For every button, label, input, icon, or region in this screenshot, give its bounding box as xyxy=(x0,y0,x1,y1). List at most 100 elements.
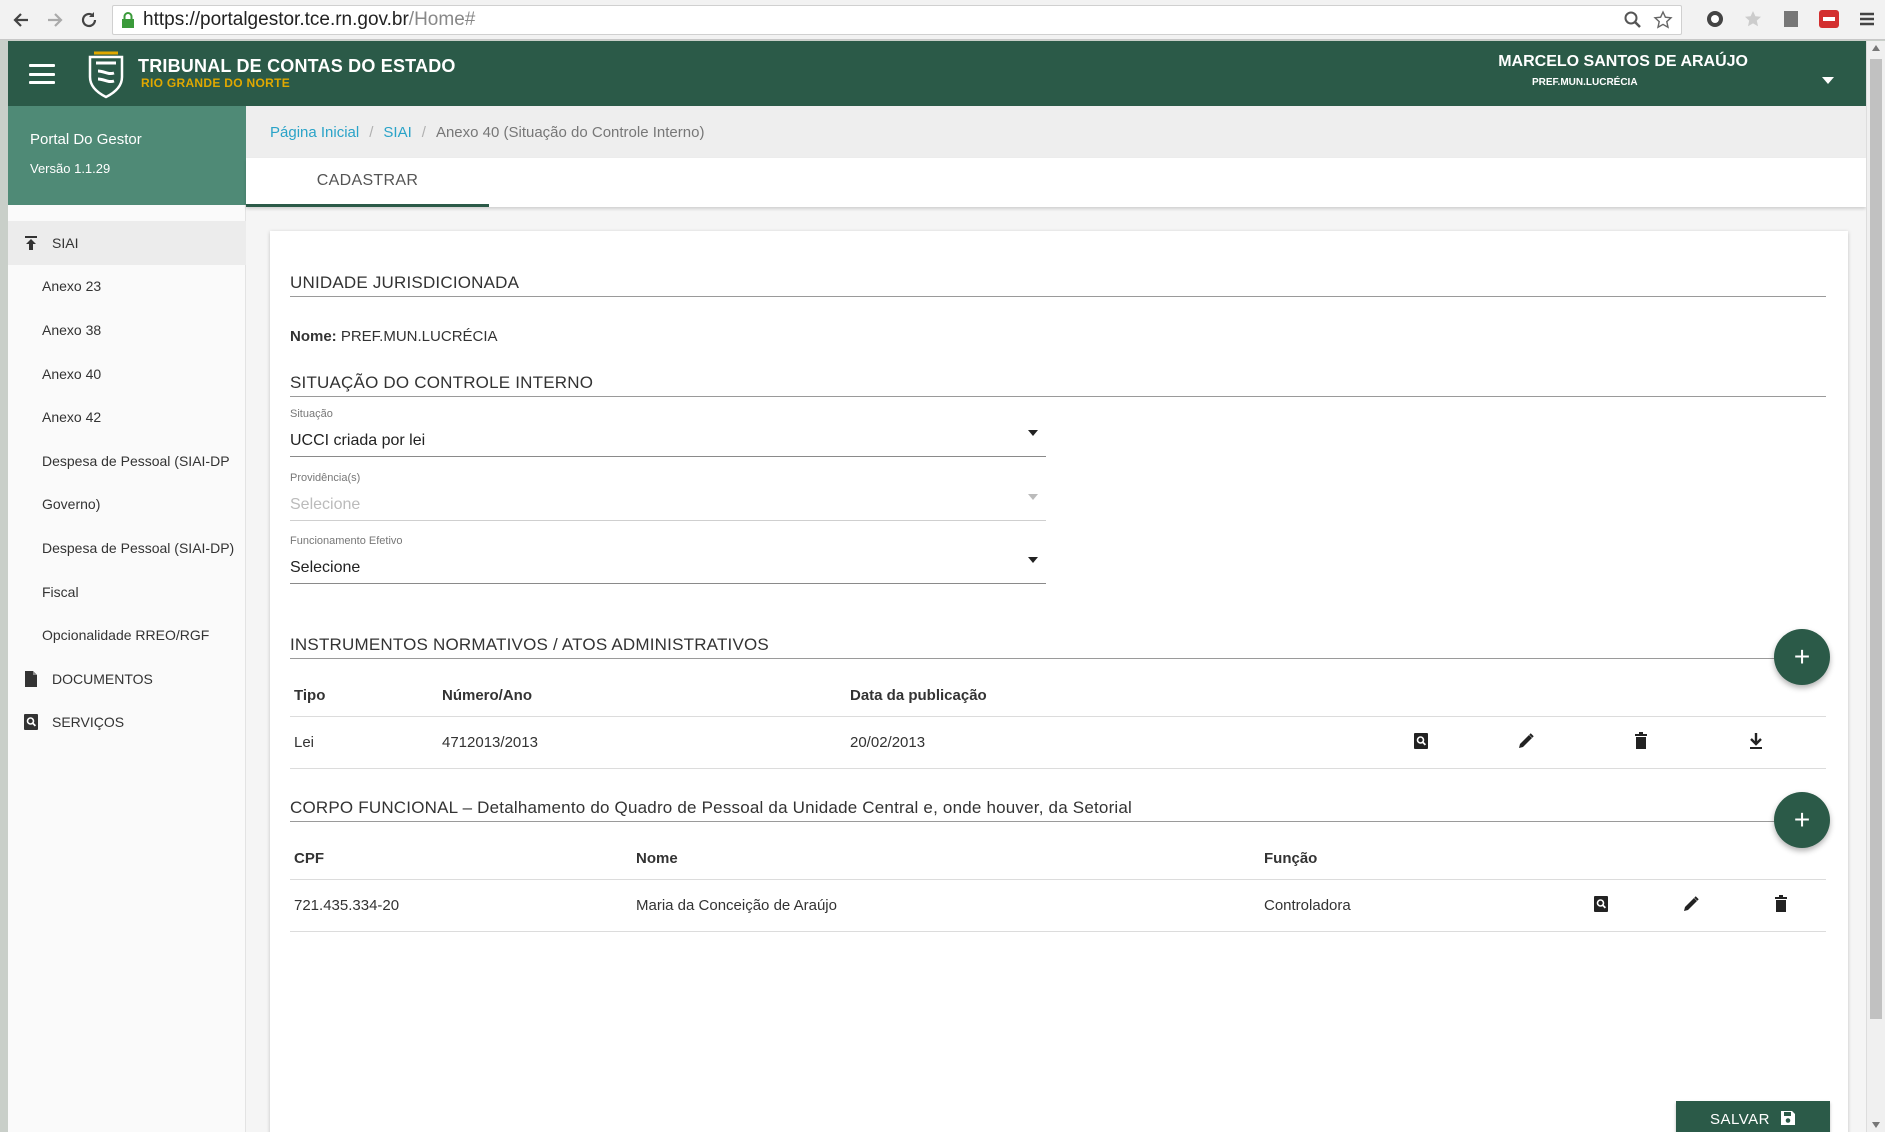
browser-menu-icon[interactable] xyxy=(1855,7,1879,31)
scroll-up-arrow-icon[interactable] xyxy=(1872,45,1880,51)
user-menu-caret-icon[interactable] xyxy=(1822,77,1834,84)
section-title-corpo: CORPO FUNCIONAL – Detalhamento do Quadro… xyxy=(290,798,1133,817)
sidebar-item-label: Despesa de Pessoal (SIAI-DP) xyxy=(42,539,235,556)
sidebar-item-anexo-38[interactable]: Anexo 38 xyxy=(8,308,246,352)
bookmark-star-icon[interactable] xyxy=(1653,10,1673,36)
view-document-icon[interactable] xyxy=(1410,730,1432,752)
cell-action xyxy=(1741,716,1826,769)
section-divider xyxy=(290,296,1826,297)
table-row: 721.435.334-20 Maria da Conceição de Ara… xyxy=(290,879,1826,932)
extension-circle-icon[interactable] xyxy=(1703,7,1727,31)
sidebar-menu: SIAI Anexo 23 Anexo 38 Anexo 40 Anexo 42… xyxy=(8,221,246,744)
dropdown-caret-icon xyxy=(1028,430,1038,436)
back-icon[interactable] xyxy=(8,7,34,33)
table-header-row: Tipo Número/Ano Data da publicação xyxy=(290,676,1826,717)
funcionamento-value: Selecione xyxy=(290,559,361,576)
sidebar-item-servicos[interactable]: SERVIÇOS xyxy=(8,701,246,745)
situacao-select[interactable]: Situação UCCI criada por lei xyxy=(290,408,1046,458)
url-path: /Home# xyxy=(408,9,476,30)
field-underline xyxy=(290,520,1046,521)
table-header-row: CPF Nome Função xyxy=(290,839,1826,880)
sidebar-item-anexo-40[interactable]: Anexo 40 xyxy=(8,352,246,396)
delete-trash-icon[interactable] xyxy=(1770,893,1792,915)
user-unit: PREF.MUN.LUCRÉCIA xyxy=(1532,77,1638,88)
edit-pencil-icon[interactable] xyxy=(1515,730,1537,752)
cell-tipo: Lei xyxy=(290,716,438,769)
extension-cors-icon[interactable] xyxy=(1817,7,1841,31)
scroll-thumb[interactable] xyxy=(1870,59,1882,1019)
col-nome: Nome xyxy=(632,839,1260,880)
col-funcao: Função xyxy=(1260,839,1586,880)
sidebar: Portal Do Gestor Versão 1.1.29 SIAI Anex… xyxy=(8,106,246,1132)
app-subtitle: RIO GRANDE DO NORTE xyxy=(141,76,291,90)
address-bar[interactable]: https://portalgestor.tce.rn.gov.br/Home# xyxy=(112,5,1682,35)
breadcrumb: Página Inicial / SIAI / Anexo 40 (Situaç… xyxy=(246,106,1866,158)
funcionamento-select[interactable]: Funcionamento Efetivo Selecione xyxy=(290,535,1046,585)
scroll-down-arrow-icon[interactable] xyxy=(1872,1122,1880,1128)
sidebar-item-opcionalidade[interactable]: Opcionalidade RREO/RGF xyxy=(8,613,246,657)
sidebar-item-siai[interactable]: SIAI xyxy=(8,221,246,265)
app-window: TRIBUNAL DE CONTAS DO ESTADO RIO GRANDE … xyxy=(8,41,1866,1132)
breadcrumb-siai-link[interactable]: SIAI xyxy=(383,124,411,141)
nome-value: PREF.MUN.LUCRÉCIA xyxy=(340,328,498,345)
delete-trash-icon[interactable] xyxy=(1630,730,1652,752)
save-button[interactable]: SALVAR xyxy=(1676,1101,1830,1132)
section-divider xyxy=(290,658,1780,659)
situacao-label: Situação xyxy=(290,408,333,420)
extension-doc-icon[interactable] xyxy=(1779,7,1803,31)
edit-pencil-icon[interactable] xyxy=(1680,893,1702,915)
sidebar-item-label: Fiscal xyxy=(42,583,79,600)
cell-data: 20/02/2013 xyxy=(846,716,1406,769)
cell-action xyxy=(1766,879,1826,932)
col-action xyxy=(1741,676,1826,717)
col-action xyxy=(1676,839,1766,880)
providencia-value: Selecione xyxy=(290,496,361,513)
sidebar-item-label: Anexo 42 xyxy=(42,409,102,426)
sidebar-item-despesa-pessoal[interactable]: Despesa de Pessoal (SIAI-DP) xyxy=(8,526,246,570)
sidebar-item-anexo-42[interactable]: Anexo 42 xyxy=(8,395,246,439)
field-underline xyxy=(290,583,1046,584)
user-name[interactable]: MARCELO SANTOS DE ARAÚJO xyxy=(1498,53,1748,71)
forward-icon[interactable] xyxy=(42,7,68,33)
floppy-disk-icon xyxy=(1780,1110,1796,1130)
reload-icon[interactable] xyxy=(76,7,102,33)
col-action xyxy=(1586,839,1676,880)
sidebar-item-anexo-23[interactable]: Anexo 23 xyxy=(8,265,246,309)
page-scrollbar[interactable] xyxy=(1866,41,1885,1132)
hamburger-menu-icon[interactable] xyxy=(22,59,62,89)
breadcrumb-current: Anexo 40 (Situação do Controle Interno) xyxy=(435,123,705,141)
col-action xyxy=(1406,676,1511,717)
corpo-funcional-table: CPF Nome Função 721.435.334-20 Maria da … xyxy=(290,839,1826,932)
sidebar-item-despesa-governo-cont[interactable]: Governo) xyxy=(8,483,246,527)
providencia-label: Providência(s) xyxy=(290,472,361,484)
download-icon[interactable] xyxy=(1745,730,1767,752)
view-document-icon[interactable] xyxy=(1590,893,1612,915)
tab-cadastrar[interactable]: CADASTRAR xyxy=(246,158,489,207)
providencia-select[interactable]: Providência(s) Selecione xyxy=(290,472,1046,522)
sidebar-item-fiscal[interactable]: Fiscal xyxy=(8,570,246,614)
sidebar-item-label: DOCUMENTOS xyxy=(52,670,153,687)
instrumentos-table: Tipo Número/Ano Data da publicação Lei 4… xyxy=(290,676,1826,769)
breadcrumb-home-link[interactable]: Página Inicial xyxy=(270,124,359,141)
col-action xyxy=(1626,676,1741,717)
app-header: TRIBUNAL DE CONTAS DO ESTADO RIO GRANDE … xyxy=(8,41,1866,106)
zoom-icon[interactable] xyxy=(1623,10,1643,36)
section-title-instrumentos: INSTRUMENTOS NORMATIVOS / ATOS ADMINISTR… xyxy=(290,635,769,654)
sidebar-item-label: Opcionalidade RREO/RGF xyxy=(42,627,210,644)
cell-nome: Maria da Conceição de Araújo xyxy=(632,879,1260,932)
unidade-nome: Nome: PREF.MUN.LUCRÉCIA xyxy=(290,328,498,345)
col-action xyxy=(1766,839,1826,880)
browser-toolbar: https://portalgestor.tce.rn.gov.br/Home# xyxy=(0,0,1885,40)
section-divider xyxy=(290,396,1826,397)
section-title-unidade: UNIDADE JURISDICIONADA xyxy=(290,273,520,292)
portal-version: Versão 1.1.29 xyxy=(30,161,111,176)
sidebar-item-documentos[interactable]: DOCUMENTOS xyxy=(8,657,246,701)
cell-action xyxy=(1626,716,1741,769)
sidebar-item-despesa-governo[interactable]: Despesa de Pessoal (SIAI-DP xyxy=(8,439,246,483)
field-underline xyxy=(290,456,1046,457)
search-document-icon xyxy=(20,711,42,733)
situacao-value: UCCI criada por lei xyxy=(290,432,426,449)
extension-star-icon[interactable] xyxy=(1741,7,1765,31)
dropdown-caret-icon xyxy=(1028,557,1038,563)
cell-cpf: 721.435.334-20 xyxy=(290,879,632,932)
